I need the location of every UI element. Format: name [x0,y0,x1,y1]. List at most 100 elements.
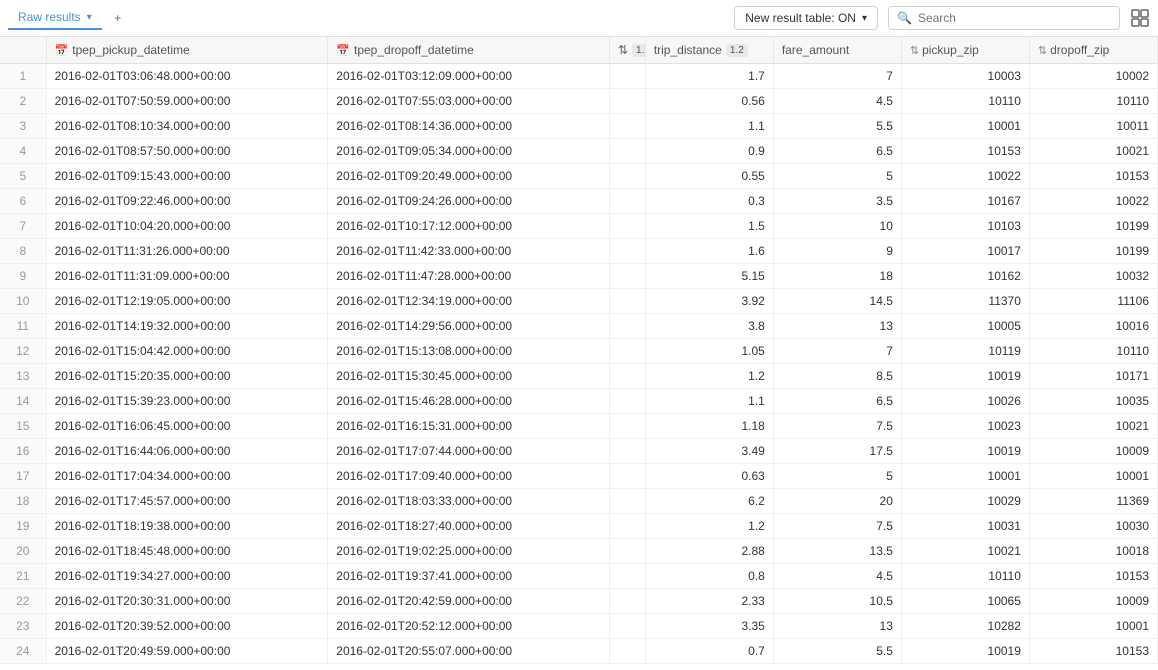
fare-amount-cell: 5 [773,464,901,489]
row-number-cell: 20 [0,539,46,564]
row-number-cell: 23 [0,614,46,639]
table-row: 102016-02-01T12:19:05.000+00:002016-02-0… [0,289,1158,314]
pickup-datetime-cell: 2016-02-01T16:44:06.000+00:00 [46,439,328,464]
row-number-cell: 6 [0,189,46,214]
trip-distance-cell: 0.7 [645,639,773,664]
pickup-datetime-cell: 2016-02-01T18:45:48.000+00:00 [46,539,328,564]
tab-label: Raw results [18,10,81,24]
row-number-cell: 18 [0,489,46,514]
trip-distance-cell: 1.1 [645,389,773,414]
fare-amount-cell: 7.5 [773,514,901,539]
pickup-datetime-cell: 2016-02-01T15:04:42.000+00:00 [46,339,328,364]
sort-cell [609,64,645,89]
row-number-cell: 7 [0,214,46,239]
fare-amount-cell: 7 [773,339,901,364]
table-header-row: 📅 tpep_pickup_datetime 📅 tpep_dropoff_da… [0,37,1158,64]
dropoff-datetime-cell: 2016-02-01T10:17:12.000+00:00 [328,214,610,239]
row-number-cell: 10 [0,289,46,314]
pickup-datetime-cell: 2016-02-01T20:30:31.000+00:00 [46,589,328,614]
sort-cell [609,314,645,339]
pickup-datetime-cell: 2016-02-01T12:19:05.000+00:00 [46,289,328,314]
pickup-datetime-cell: 2016-02-01T20:39:52.000+00:00 [46,614,328,639]
table-row: 112016-02-01T14:19:32.000+00:002016-02-0… [0,314,1158,339]
dropoff-datetime-cell: 2016-02-01T14:29:56.000+00:00 [328,314,610,339]
pickup-zip-cell: 10019 [901,364,1029,389]
tab-dropdown-icon[interactable]: ▾ [87,12,92,23]
sort-cell [609,189,645,214]
trip-distance-cell: 3.49 [645,439,773,464]
dropoff-datetime-cell: 2016-02-01T18:03:33.000+00:00 [328,489,610,514]
trip-distance-cell: 5.15 [645,264,773,289]
pickup-zip-cell: 10023 [901,414,1029,439]
trip-distance-cell: 0.56 [645,89,773,114]
calendar-icon-2: 📅 [336,44,350,57]
new-result-label: New result table: ON [745,11,856,25]
trip-distance-cell: 1.05 [645,339,773,364]
trip-distance-cell: 0.63 [645,464,773,489]
top-bar-left: Raw results ▾ + [8,6,130,30]
pickup-zip-cell: 10110 [901,89,1029,114]
pickup-datetime-cell: 2016-02-01T17:04:34.000+00:00 [46,464,328,489]
trip-distance-cell: 3.35 [645,614,773,639]
fare-amount-cell: 13 [773,314,901,339]
trip-distance-cell: 0.8 [645,564,773,589]
dropoff-datetime-cell: 2016-02-01T15:30:45.000+00:00 [328,364,610,389]
sort-cell [609,464,645,489]
fare-amount-cell: 9 [773,239,901,264]
pickup-zip-cell: 10019 [901,639,1029,664]
pickup-zip-cell: 10103 [901,214,1029,239]
th-dropoff-datetime[interactable]: 📅 tpep_dropoff_datetime [328,37,610,64]
pickup-datetime-cell: 2016-02-01T20:49:59.000+00:00 [46,639,328,664]
sort-cell [609,414,645,439]
add-tab-button[interactable]: + [106,6,130,30]
new-result-toggle[interactable]: New result table: ON ▾ [734,6,878,30]
fare-amount-cell: 17.5 [773,439,901,464]
sort-cell [609,239,645,264]
dropoff-zip-cell: 10002 [1029,64,1157,89]
sort-cell [609,164,645,189]
row-number-cell: 5 [0,164,46,189]
trip-distance-cell: 1.2 [645,364,773,389]
search-box[interactable]: 🔍 [888,6,1120,30]
dropoff-datetime-cell: 2016-02-01T16:15:31.000+00:00 [328,414,610,439]
search-input[interactable] [918,11,1111,25]
trip-distance-cell: 0.9 [645,139,773,164]
dropoff-zip-cell: 10009 [1029,589,1157,614]
dropoff-zip-cell: 10018 [1029,539,1157,564]
table-row: 122016-02-01T15:04:42.000+00:002016-02-0… [0,339,1158,364]
dropoff-zip-cell: 10110 [1029,339,1157,364]
pickup-datetime-cell: 2016-02-01T09:22:46.000+00:00 [46,189,328,214]
trip-badge: 1.2 [726,44,748,57]
th-sort[interactable]: ⇅ 1.2 [609,37,645,64]
table-row: 242016-02-01T20:49:59.000+00:002016-02-0… [0,639,1158,664]
raw-results-tab[interactable]: Raw results ▾ [8,6,102,30]
fare-amount-cell: 20 [773,489,901,514]
pickup-zip-cell: 10022 [901,164,1029,189]
th-pickup-datetime[interactable]: 📅 tpep_pickup_datetime [46,37,328,64]
th-dropoff-zip[interactable]: ⇅ dropoff_zip [1029,37,1157,64]
pickup-datetime-cell: 2016-02-01T08:10:34.000+00:00 [46,114,328,139]
th-dropoff-label: tpep_dropoff_datetime [354,43,474,57]
table-row: 212016-02-01T19:34:27.000+00:002016-02-0… [0,564,1158,589]
dropoff-zip-cell: 10001 [1029,464,1157,489]
sort-cell [609,339,645,364]
table-body: 12016-02-01T03:06:48.000+00:002016-02-01… [0,64,1158,664]
layout-toggle-button[interactable] [1130,8,1150,28]
th-trip-distance[interactable]: trip_distance 1.2 [645,37,773,64]
trip-distance-cell: 1.2 [645,514,773,539]
th-fare-amount[interactable]: fare_amount [773,37,901,64]
dropoff-datetime-cell: 2016-02-01T11:47:28.000+00:00 [328,264,610,289]
dropoff-zip-cell: 10001 [1029,614,1157,639]
row-number-cell: 14 [0,389,46,414]
dropoff-datetime-cell: 2016-02-01T09:24:26.000+00:00 [328,189,610,214]
fare-amount-cell: 4.5 [773,564,901,589]
pickup-datetime-cell: 2016-02-01T08:57:50.000+00:00 [46,139,328,164]
pickup-zip-cell: 10001 [901,114,1029,139]
pickup-zip-cell: 10282 [901,614,1029,639]
fare-amount-cell: 10 [773,214,901,239]
search-icon: 🔍 [897,11,912,25]
dropoff-zip-cell: 10016 [1029,314,1157,339]
dropoff-datetime-cell: 2016-02-01T15:46:28.000+00:00 [328,389,610,414]
th-pickup-zip[interactable]: ⇅ pickup_zip [901,37,1029,64]
dropoff-datetime-cell: 2016-02-01T20:52:12.000+00:00 [328,614,610,639]
